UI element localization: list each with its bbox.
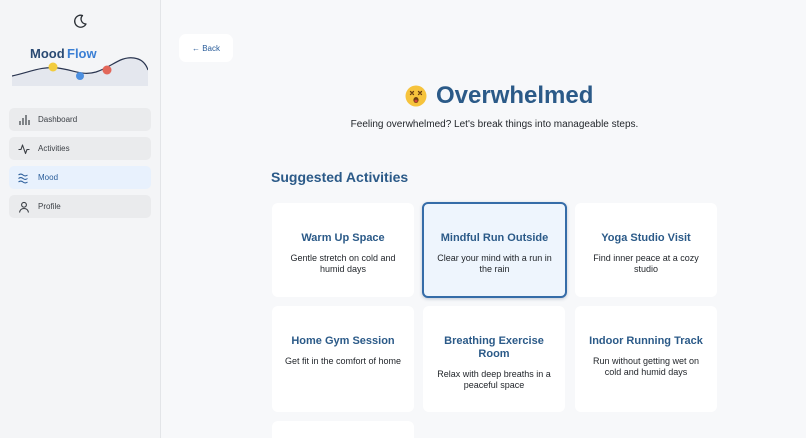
sidebar-item-label: Mood — [38, 173, 59, 182]
sidebar-item-label: Dashboard — [38, 115, 78, 124]
activity-title: Home Gym Session — [291, 335, 395, 347]
activity-description: Get fit in the comfort of home — [284, 356, 402, 366]
sidebar-item-mood[interactable]: Mood — [9, 166, 151, 189]
sidebar-item-label: Activities — [38, 144, 70, 153]
activity-card[interactable]: Home Gym Session Get fit in the comfort … — [272, 306, 414, 412]
activity-description: Clear your mind with a run in the rain — [437, 253, 552, 274]
activity-card[interactable]: Breathing Exercise Room Relax with deep … — [423, 306, 565, 412]
logo-flow-text: Flow — [67, 46, 97, 61]
activity-description: Gentle stretch on cold and humid days — [290, 253, 396, 274]
activity-description: Relax with deep breaths in a peaceful sp… — [437, 369, 551, 390]
mood-subtitle: Feeling overwhelmed? Let's break things … — [350, 119, 639, 130]
logo[interactable]: Mood Flow — [12, 42, 148, 86]
dizzy-face-emoji-icon — [405, 85, 427, 107]
section-title: Suggested Activities — [271, 169, 409, 185]
activity-title: Yoga Studio Visit — [601, 232, 691, 244]
activity-description: Find inner peace at a cozy studio — [593, 253, 699, 274]
activity-description: Run without getting wet on cold and humi… — [592, 356, 700, 377]
main-content: ← Back Overwhelmed Feeling overwhelmed? … — [161, 0, 806, 438]
activity-pulse-icon — [18, 143, 30, 155]
waves-icon — [18, 172, 30, 184]
activity-card[interactable] — [272, 421, 414, 438]
sidebar-item-profile[interactable]: Profile — [9, 195, 151, 218]
activity-card-selected[interactable]: Mindful Run Outside Clear your mind with… — [422, 202, 567, 298]
sidebar-nav: Dashboard Activities Mood Profile — [9, 108, 151, 224]
sidebar-item-dashboard[interactable]: Dashboard — [9, 108, 151, 131]
mood-header: Overwhelmed — [405, 82, 593, 110]
activity-card[interactable]: Warm Up Space Gentle stretch on cold and… — [272, 203, 414, 297]
back-button[interactable]: ← Back — [179, 34, 233, 62]
activity-card[interactable]: Yoga Studio Visit Find inner peace at a … — [575, 203, 717, 297]
sidebar-item-activities[interactable]: Activities — [9, 137, 151, 160]
user-icon — [18, 201, 30, 213]
sidebar: Mood Flow Dashboard Activities Mood Prof… — [0, 0, 161, 438]
bar-chart-icon — [18, 114, 30, 126]
activity-card[interactable]: Indoor Running Track Run without getting… — [575, 306, 717, 412]
activity-title: Mindful Run Outside — [440, 232, 549, 244]
activity-title: Breathing Exercise Room — [444, 335, 544, 360]
moon-icon[interactable] — [72, 13, 88, 29]
sidebar-item-label: Profile — [38, 202, 61, 211]
activity-title: Indoor Running Track — [589, 335, 703, 347]
page-title: Overwhelmed — [436, 82, 594, 109]
activity-title: Warm Up Space — [301, 232, 385, 244]
logo-mood-text: Mood — [30, 46, 65, 61]
